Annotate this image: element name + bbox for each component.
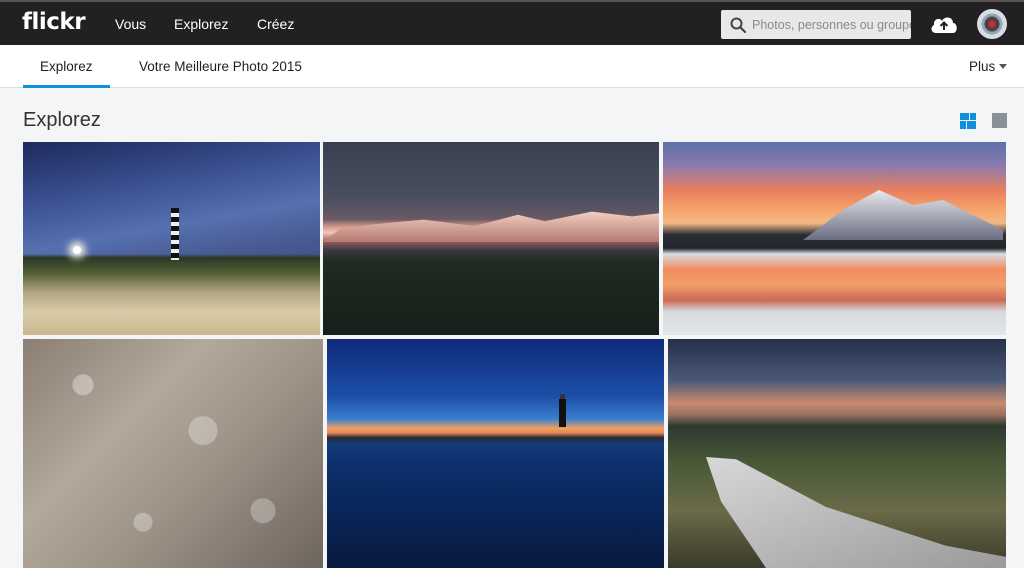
mountain-ridge-shape xyxy=(323,211,659,242)
tab-best-photo-2015[interactable]: Votre Meilleure Photo 2015 xyxy=(139,59,302,74)
photo-lighthouse-dunes[interactable] xyxy=(23,142,320,335)
flickr-logo[interactable]: flickr xyxy=(22,9,86,35)
more-menu-button[interactable]: Plus xyxy=(969,59,995,74)
search-icon[interactable] xyxy=(729,16,747,34)
lighthouse-shape xyxy=(171,208,179,260)
lighthouse-shape xyxy=(559,394,566,427)
search-box xyxy=(721,10,911,39)
chevron-down-icon[interactable] xyxy=(999,64,1007,69)
sub-navigation-bar: Explorez Votre Meilleure Photo 2015 Plus xyxy=(0,45,1024,88)
photo-bokeh-plants[interactable] xyxy=(23,339,323,568)
photo-canyon[interactable] xyxy=(668,339,1006,568)
page-title: Explorez xyxy=(23,109,101,131)
stone-wall-shape xyxy=(706,457,1006,568)
nav-vous[interactable]: Vous xyxy=(115,16,146,32)
search-input[interactable] xyxy=(752,10,911,39)
photo-mountain-sunset[interactable] xyxy=(323,142,659,335)
justified-view-icon[interactable] xyxy=(960,113,976,129)
avatar[interactable] xyxy=(977,9,1007,39)
active-tab-indicator xyxy=(23,85,110,88)
mountain-peak-shape xyxy=(803,190,1003,240)
nav-explorez[interactable]: Explorez xyxy=(174,16,228,32)
nav-creez[interactable]: Créez xyxy=(257,16,294,32)
light-shape xyxy=(73,246,81,254)
top-navigation-bar: flickr Vous Explorez Créez xyxy=(0,0,1024,45)
photo-blue-lighthouse[interactable] xyxy=(327,339,664,568)
cloud-upload-icon[interactable] xyxy=(929,13,959,35)
tab-explorez[interactable]: Explorez xyxy=(40,59,93,74)
single-view-icon[interactable] xyxy=(992,113,1007,128)
photo-lake-sunset[interactable] xyxy=(663,142,1006,335)
